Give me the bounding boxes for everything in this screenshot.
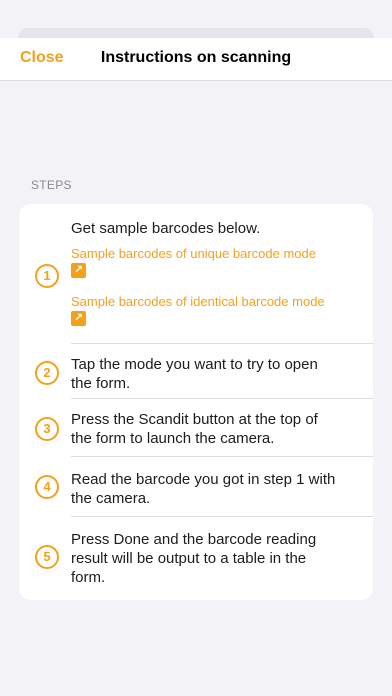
step-5-text: Press Done and the barcode reading resul…: [71, 530, 355, 587]
step-5-line: result will be output to a table in the: [71, 550, 307, 567]
step-4-line: Read the barcode you got in step 1 with: [71, 471, 336, 488]
link-identical-barcode-mode[interactable]: Sample barcodes of identical barcode mod…: [71, 294, 363, 309]
step-1-text: Get sample barcodes below.: [71, 220, 261, 237]
steps-card: 1 Get sample barcodes below. Sample barc…: [19, 204, 373, 600]
link-unique-barcode-mode[interactable]: Sample barcodes of unique barcode mode: [71, 246, 363, 261]
step-3-line: the form to launch the camera.: [71, 430, 275, 447]
navigation-bar: Close Instructions on scanning: [0, 38, 392, 81]
step-3: 3 Press the Scandit button at the top of…: [19, 399, 373, 457]
step-1: 1 Get sample barcodes below. Sample barc…: [19, 204, 373, 344]
step-2: 2 Tap the mode you want to try to open t…: [19, 344, 373, 399]
section-header-steps: STEPS: [31, 178, 72, 192]
step-number-1: 1: [35, 264, 59, 288]
step-4-line: the camera.: [71, 490, 151, 507]
step-5-line: Press Done and the barcode reading: [71, 531, 317, 548]
page-title: Instructions on scanning: [100, 49, 292, 66]
step-4: 4 Read the barcode you got in step 1 wit…: [19, 457, 373, 517]
step-number-2: 2: [35, 361, 59, 385]
step-2-line: the form.: [71, 375, 131, 392]
external-link-icon[interactable]: ↗: [71, 311, 86, 326]
step-number-4: 4: [35, 475, 59, 499]
step-number-3: 3: [35, 417, 59, 441]
step-2-text: Tap the mode you want to try to open the…: [71, 355, 355, 393]
step-2-line: Tap the mode you want to try to open: [71, 356, 318, 373]
step-number-5: 5: [35, 545, 59, 569]
sheet-background-edge: [18, 28, 374, 38]
step-3-text: Press the Scandit button at the top of t…: [71, 410, 355, 448]
step-5: 5 Press Done and the barcode reading res…: [19, 517, 373, 600]
step-5-line: form.: [71, 569, 106, 586]
step-3-line: Press the Scandit button at the top of: [71, 411, 318, 428]
external-link-icon[interactable]: ↗: [71, 263, 86, 278]
step-4-text: Read the barcode you got in step 1 with …: [71, 470, 355, 508]
